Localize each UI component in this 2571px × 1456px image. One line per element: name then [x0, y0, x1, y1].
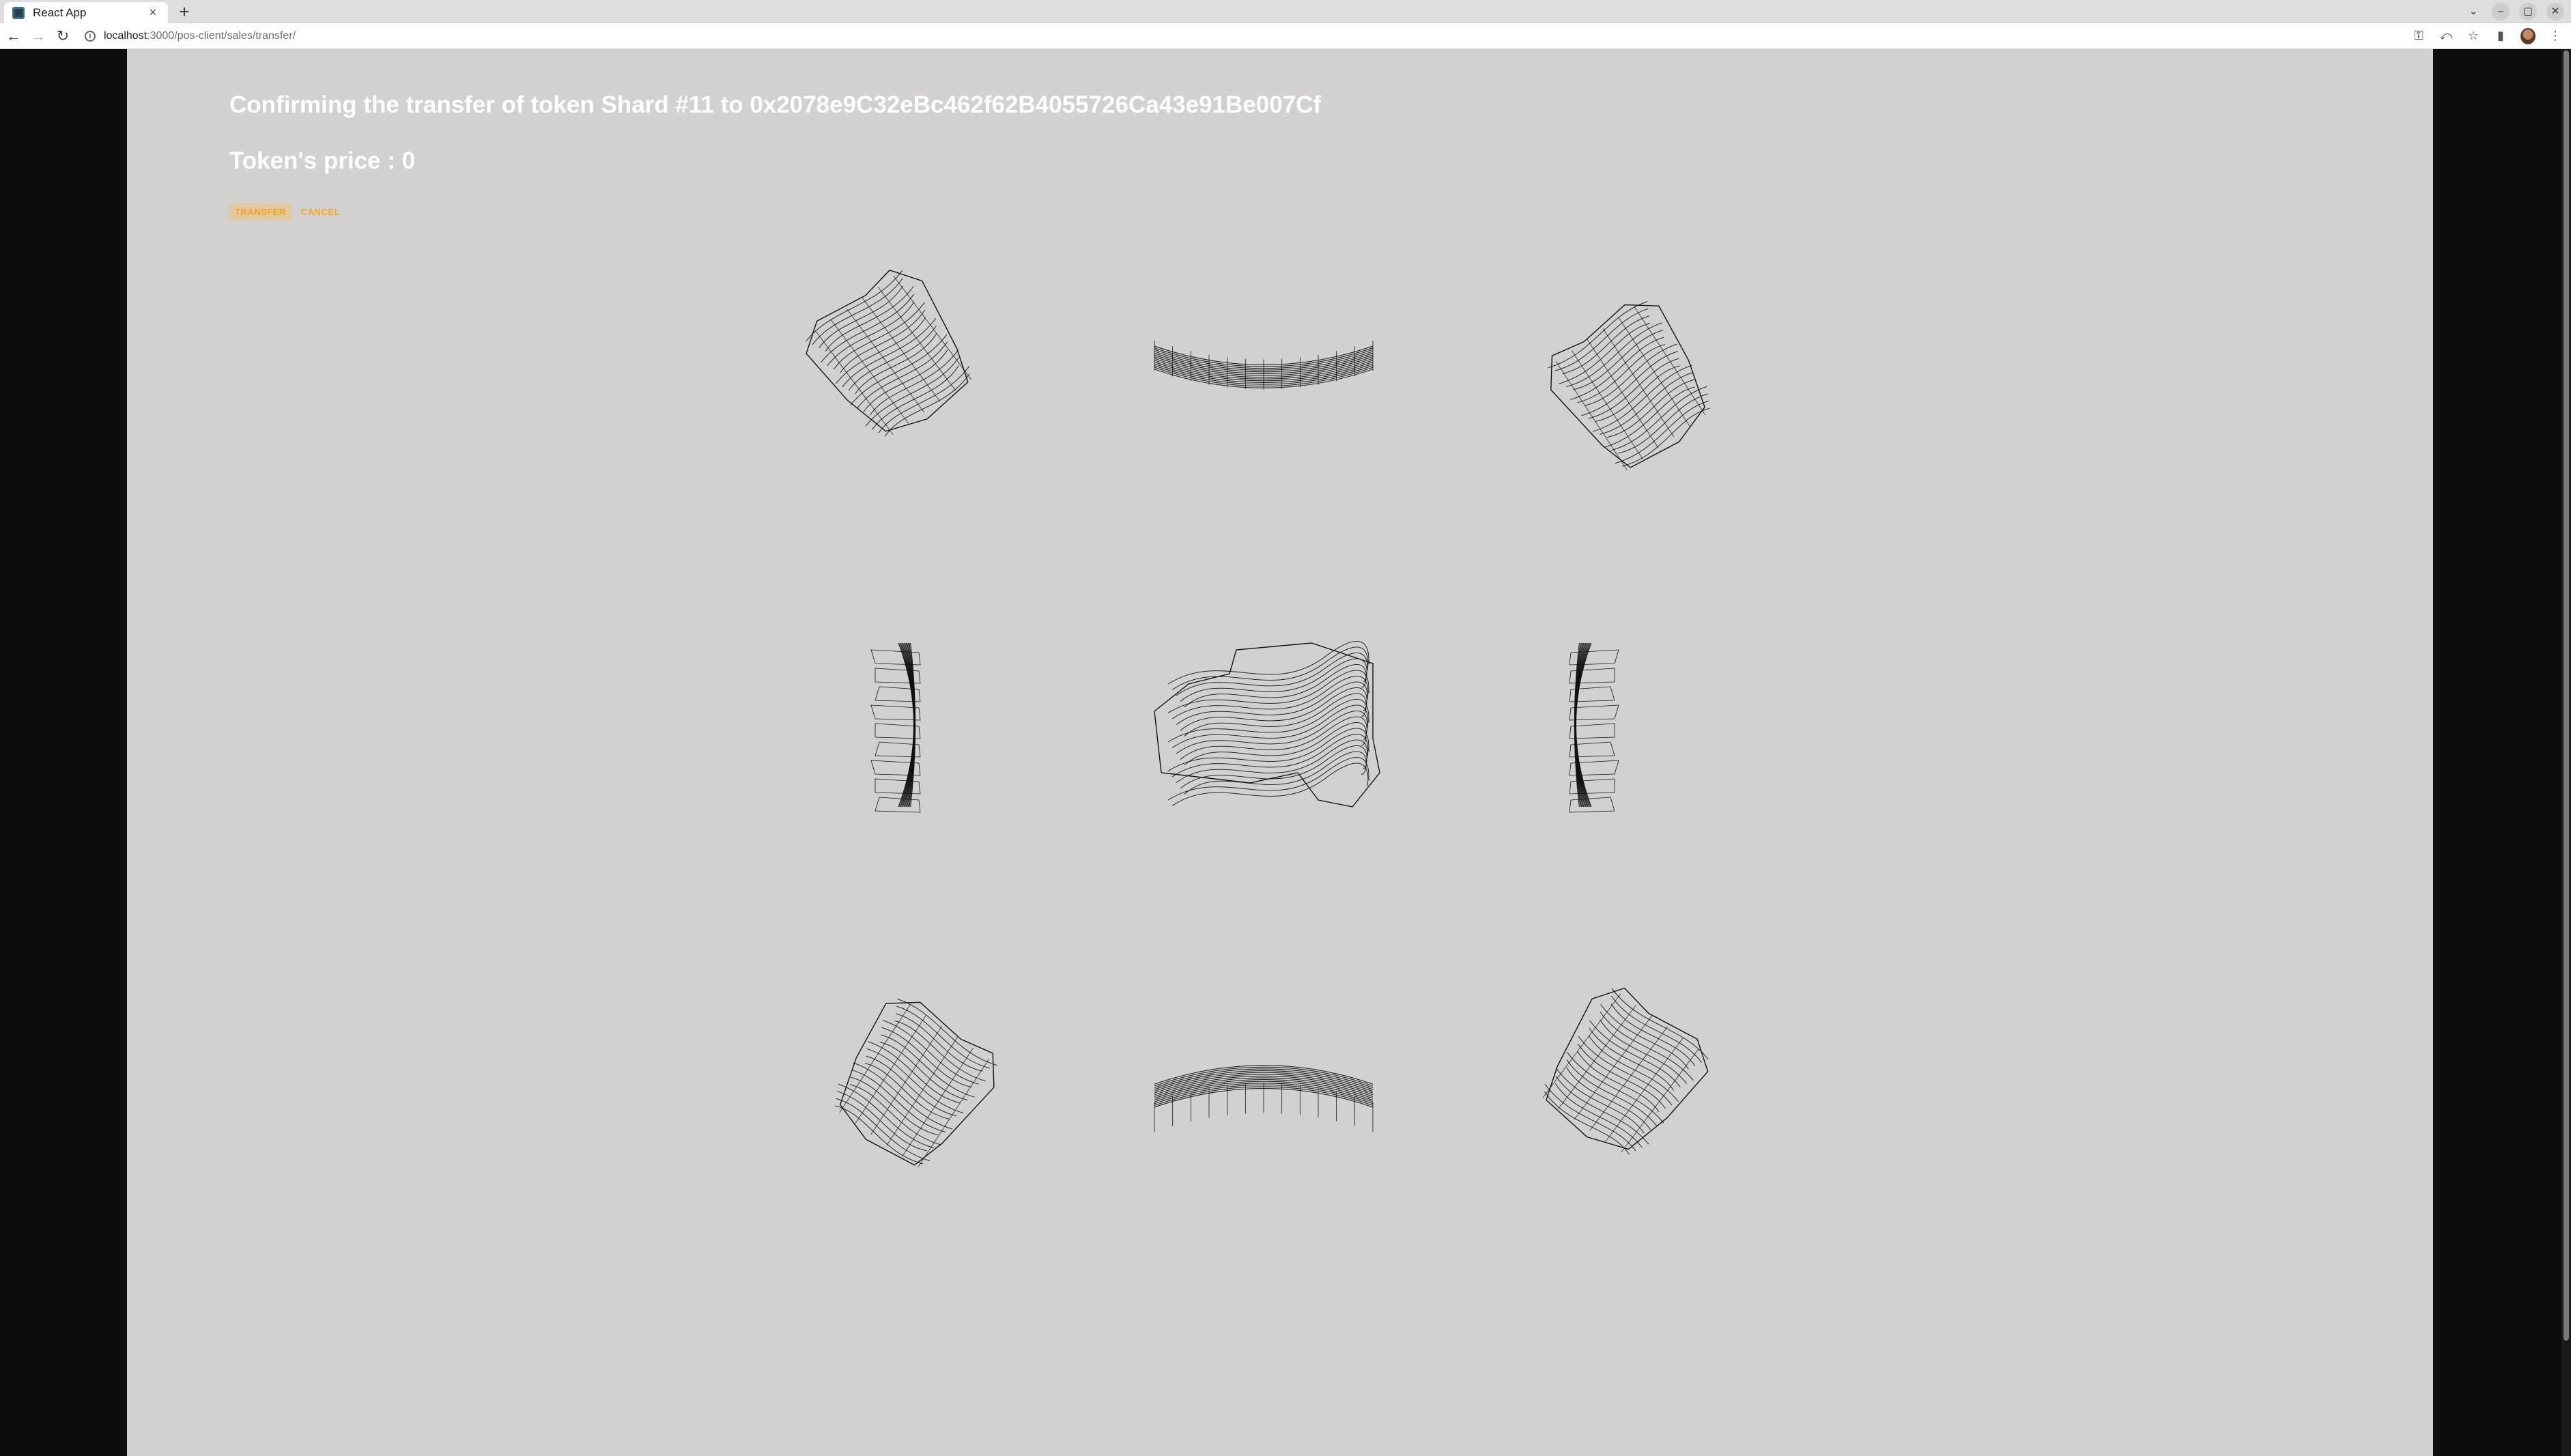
shard-view-center: [1148, 636, 1387, 814]
new-tab-button[interactable]: +: [176, 3, 193, 20]
react-favicon-icon: [12, 6, 25, 19]
shard-view-bottom-right: [1530, 981, 1709, 1179]
key-icon[interactable]: ⚿: [2411, 29, 2426, 43]
shard-view-middle-left: [857, 636, 939, 814]
profile-avatar[interactable]: [2520, 27, 2536, 44]
wireframe-side-icon: [870, 642, 921, 813]
side-panel-icon[interactable]: ▮: [2493, 29, 2508, 43]
tab-title: React App: [33, 5, 87, 19]
window-controls: ⌄ – ▢ ✕: [2465, 3, 2564, 20]
shard-view-bottom-center: [1148, 1042, 1380, 1132]
shard-view-top-right: [1544, 295, 1721, 479]
wireframe-shard-icon: [835, 999, 997, 1168]
bookmark-star-icon[interactable]: ☆: [2466, 29, 2481, 43]
back-arrow-icon[interactable]: ←: [3, 25, 25, 47]
address-bar[interactable]: i localhost:3000/pos-client/sales/transf…: [85, 26, 2411, 46]
site-info-icon[interactable]: i: [85, 30, 96, 42]
toolbar-actions: ⚿ ⤺ ☆ ▮ ⋮: [2411, 27, 2563, 44]
tab-search-icon[interactable]: ⌄: [2465, 3, 2482, 20]
shard-view-top-left: [803, 264, 980, 448]
scrollbar-thumb[interactable]: [2563, 51, 2569, 1341]
shard-view-top-center: [1148, 329, 1380, 418]
browser-tab[interactable]: React App ×: [4, 2, 168, 23]
wireframe-shard-icon: [806, 270, 972, 437]
url-path: :3000/pos-client/sales/transfer/: [147, 29, 296, 42]
wireframe-top-icon: [1154, 641, 1380, 808]
page-viewport: Confirming the transfer of token Shard #…: [0, 49, 2571, 1456]
tab-close-icon[interactable]: ×: [146, 5, 160, 20]
shard-views-grid: [127, 49, 2433, 1456]
shard-view-bottom-left: [820, 991, 997, 1189]
close-window-button[interactable]: ✕: [2546, 3, 2564, 20]
minimize-button[interactable]: –: [2492, 3, 2510, 20]
reload-icon[interactable]: ↻: [52, 25, 74, 47]
scrollbar[interactable]: [2561, 49, 2571, 1456]
browser-toolbar: ← → ↻ i localhost:3000/pos-client/sales/…: [0, 23, 2571, 49]
url-text: localhost:3000/pos-client/sales/transfer…: [104, 30, 296, 42]
wireframe-shard-icon: [1548, 301, 1710, 470]
share-icon[interactable]: ⤺: [2439, 29, 2454, 43]
browser-tab-bar: React App × + ⌄ – ▢ ✕: [0, 0, 2571, 23]
wireframe-shard-icon: [1542, 987, 1709, 1155]
wireframe-arc-icon: [1154, 341, 1374, 390]
transfer-page: Confirming the transfer of token Shard #…: [127, 49, 2433, 1456]
menu-kebab-icon[interactable]: ⋮: [2548, 29, 2563, 43]
forward-arrow-icon[interactable]: →: [27, 25, 49, 47]
wireframe-side-icon: [1569, 642, 1619, 813]
url-host: localhost: [104, 29, 147, 42]
wireframe-arc-icon: [1154, 1065, 1374, 1132]
maximize-button[interactable]: ▢: [2519, 3, 2537, 20]
shard-view-middle-right: [1550, 636, 1632, 814]
